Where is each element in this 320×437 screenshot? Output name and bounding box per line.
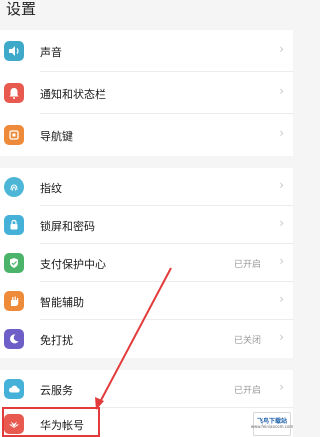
watermark-url: www.feiniaocom.com	[250, 423, 294, 429]
annotation-arrow	[95, 267, 172, 410]
watermark-logo: 飞鸟下载站 www.feiniaocom.com	[250, 412, 294, 436]
